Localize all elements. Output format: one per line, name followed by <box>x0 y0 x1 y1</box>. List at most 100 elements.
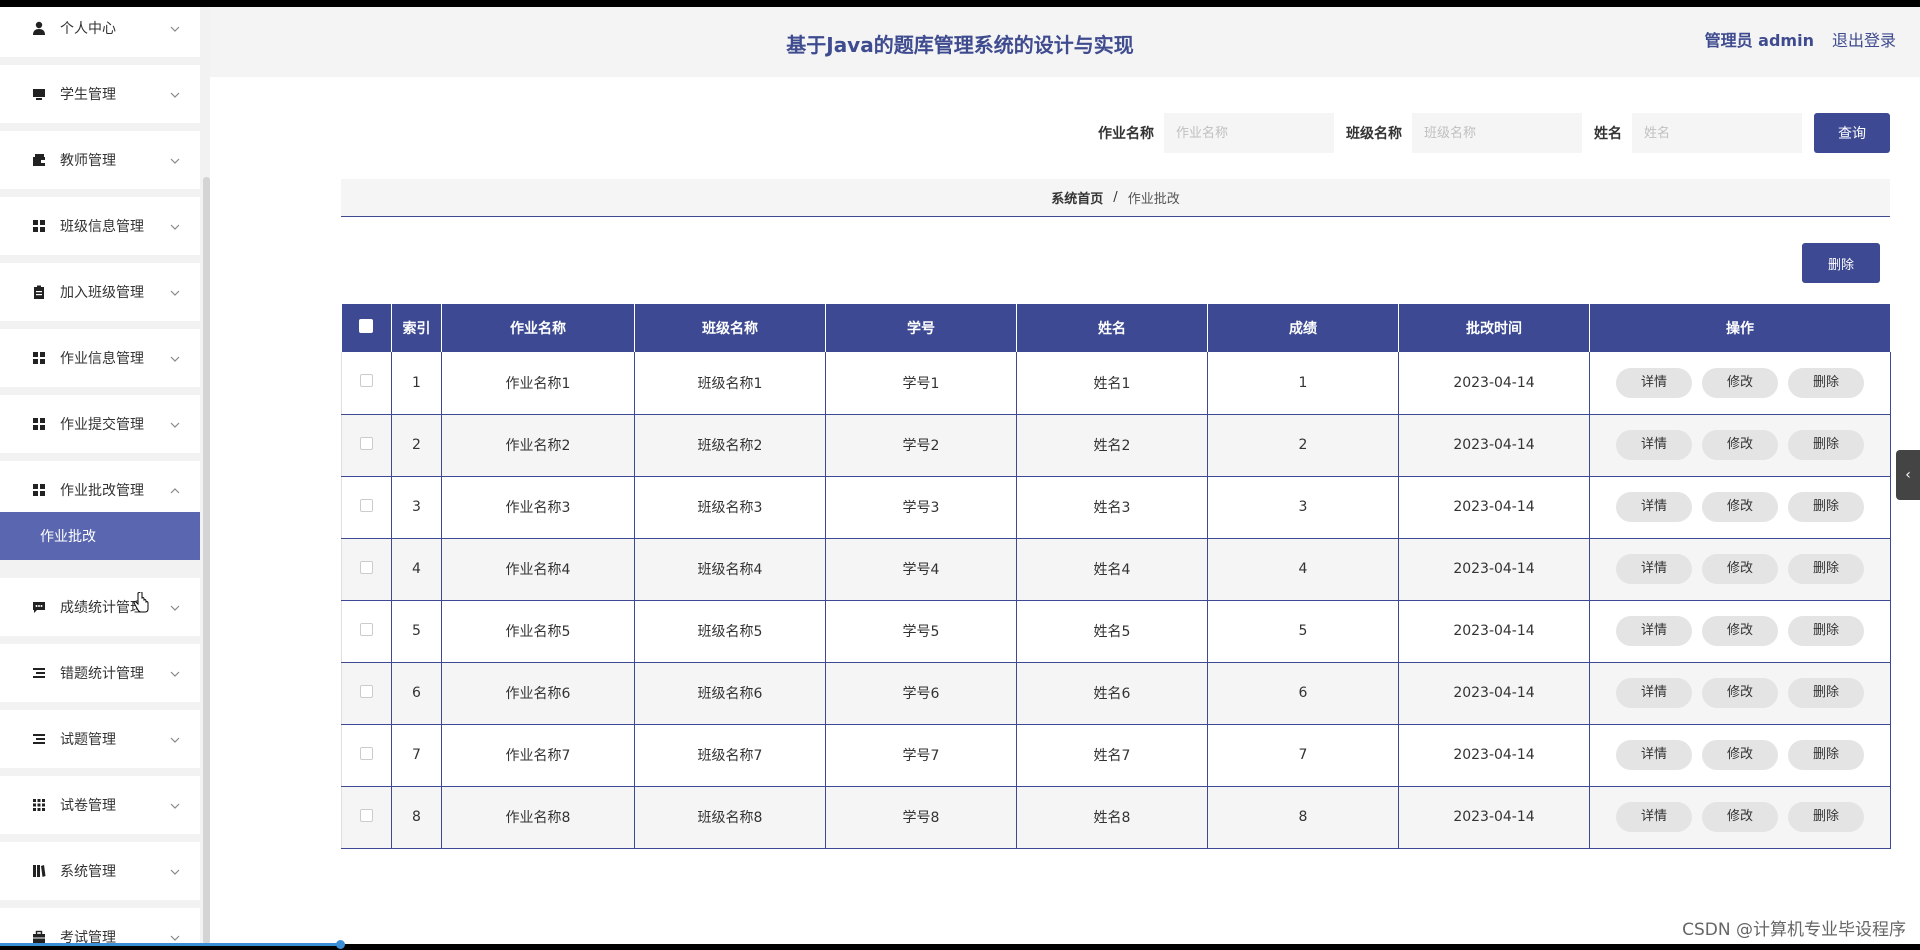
edit-button[interactable]: 修改 <box>1702 554 1778 584</box>
row-checkbox[interactable] <box>360 684 373 698</box>
student-name-input[interactable] <box>1632 113 1802 153</box>
grid-icon <box>30 217 48 235</box>
chat-icon <box>30 598 48 616</box>
detail-button[interactable]: 详情 <box>1616 492 1692 522</box>
edit-button[interactable]: 修改 <box>1702 802 1778 832</box>
row-checkbox[interactable] <box>360 746 373 760</box>
edit-button[interactable]: 修改 <box>1702 740 1778 770</box>
detail-button[interactable]: 详情 <box>1616 678 1692 708</box>
class-name-input[interactable] <box>1412 113 1582 153</box>
row-select-cell[interactable] <box>341 662 392 725</box>
detail-button[interactable]: 详情 <box>1616 740 1692 770</box>
hand-cursor-icon <box>133 592 149 613</box>
row-checkbox[interactable] <box>360 808 373 822</box>
edit-button[interactable]: 修改 <box>1702 616 1778 646</box>
detail-button[interactable]: 详情 <box>1616 616 1692 646</box>
column-header: 学号 <box>825 304 1017 352</box>
sidebar-item[interactable]: 考试管理 <box>0 908 200 944</box>
user-name: 管理员 admin <box>1704 31 1814 50</box>
detail-button[interactable]: 详情 <box>1616 554 1692 584</box>
table-cell: 5 <box>391 600 442 663</box>
delete-button[interactable]: 删除 <box>1788 616 1864 646</box>
select-all-cell[interactable] <box>341 304 392 352</box>
breadcrumb-home[interactable]: 系统首页 <box>1051 188 1103 207</box>
row-select-cell[interactable] <box>341 538 392 601</box>
query-button[interactable]: 查询 <box>1814 113 1890 153</box>
sidebar-scrollbar[interactable] <box>203 177 210 944</box>
homework-name-input[interactable] <box>1164 113 1334 153</box>
detail-button[interactable]: 详情 <box>1616 802 1692 832</box>
sidebar-item-label: 加入班级管理 <box>60 285 144 301</box>
sidebar-sub-item-active[interactable]: 作业批改 <box>0 512 200 560</box>
edit-button[interactable]: 修改 <box>1702 678 1778 708</box>
row-select-cell[interactable] <box>341 786 392 849</box>
student-name-label: 姓名 <box>1594 126 1622 142</box>
row-select-cell[interactable] <box>341 600 392 663</box>
row-select-cell[interactable] <box>341 352 392 415</box>
logout-link[interactable]: 退出登录 <box>1832 27 1896 51</box>
sidebar-item[interactable]: 成绩统计管理 <box>0 578 200 636</box>
sidebar-item-label: 教师管理 <box>60 153 116 169</box>
table-cell: 姓名7 <box>1016 724 1208 787</box>
table-cell: 3 <box>1207 476 1399 539</box>
page-title: 基于Java的题库管理系统的设计与实现 <box>786 33 1134 57</box>
delete-button[interactable]: 删除 <box>1788 367 1864 398</box>
table-header-row: 索引 作业名称 班级名称 学号 姓名 成绩 批改时间 操作 <box>341 304 1891 352</box>
sidebar-item[interactable]: 试题管理 <box>0 710 200 768</box>
table-cell: 2023-04-14 <box>1398 600 1590 663</box>
row-checkbox[interactable] <box>360 622 373 636</box>
table-cell: 6 <box>391 662 442 725</box>
sidebar-item[interactable]: 作业信息管理 <box>0 329 200 387</box>
grading-table: 索引 作业名称 班级名称 学号 姓名 成绩 批改时间 操作 1 作业名称1 班级名称… <box>341 304 1891 849</box>
table-cell: 学号5 <box>825 600 1017 663</box>
edit-button[interactable]: 修改 <box>1702 367 1778 398</box>
delete-button[interactable]: 删除 <box>1788 492 1864 522</box>
sidebar-item[interactable]: 错题统计管理 <box>0 644 200 702</box>
edit-button[interactable]: 修改 <box>1702 492 1778 522</box>
list-icon <box>30 664 48 682</box>
sidebar-item[interactable]: 作业提交管理 <box>0 395 200 453</box>
table-cell: 2023-04-14 <box>1398 476 1590 539</box>
sidebar-item[interactable]: 作业批改管理 <box>0 461 200 519</box>
bulk-delete-button[interactable]: 删除 <box>1802 243 1880 283</box>
chevron-down-icon <box>166 733 184 746</box>
table-cell: 作业名称2 <box>441 414 635 477</box>
table-cell: 学号7 <box>825 724 1017 787</box>
table-row: 8 作业名称8 班级名称8 学号8 姓名8 8 2023-04-14 详情 修改 删除 <box>341 786 1891 849</box>
table-cell: 作业名称4 <box>441 538 635 601</box>
table-row: 4 作业名称4 班级名称4 学号4 姓名4 4 2023-04-14 详情 修改 删除 <box>341 538 1891 601</box>
row-select-cell[interactable] <box>341 476 392 539</box>
row-select-cell[interactable] <box>341 724 392 787</box>
delete-button[interactable]: 删除 <box>1788 802 1864 832</box>
collapse-tab[interactable]: ‹ <box>1896 450 1920 500</box>
sidebar-item[interactable]: 教师管理 <box>0 131 200 189</box>
table-row: 2 作业名称2 班级名称2 学号2 姓名2 2 2023-04-14 详情 修改 删除 <box>341 414 1891 477</box>
delete-button[interactable]: 删除 <box>1788 554 1864 584</box>
sidebar: 个人中心 学生管理 教师管理 班级信息管理 加入班级管理 作业信息管理 作业提交管理 作业批改… <box>0 7 210 944</box>
detail-button[interactable]: 详情 <box>1616 367 1692 398</box>
row-select-cell[interactable] <box>341 414 392 477</box>
table-cell: 学号3 <box>825 476 1017 539</box>
delete-button[interactable]: 删除 <box>1788 430 1864 460</box>
row-checkbox[interactable] <box>360 436 373 450</box>
detail-button[interactable]: 详情 <box>1616 430 1692 460</box>
row-checkbox[interactable] <box>360 374 373 388</box>
sidebar-item[interactable]: 个人中心 <box>0 7 200 57</box>
sidebar-item[interactable]: 加入班级管理 <box>0 263 200 321</box>
sidebar-item[interactable]: 班级信息管理 <box>0 197 200 255</box>
delete-button[interactable]: 删除 <box>1788 740 1864 770</box>
row-actions-cell: 详情 修改 删除 <box>1589 786 1891 849</box>
sidebar-item[interactable]: 学生管理 <box>0 65 200 123</box>
edit-button[interactable]: 修改 <box>1702 430 1778 460</box>
delete-button[interactable]: 删除 <box>1788 678 1864 708</box>
sidebar-item[interactable]: 系统管理 <box>0 842 200 900</box>
table-cell: 2 <box>1207 414 1399 477</box>
row-checkbox[interactable] <box>360 560 373 574</box>
select-all-checkbox[interactable] <box>359 319 374 333</box>
sidebar-item[interactable]: 试卷管理 <box>0 776 200 834</box>
progress-handle[interactable] <box>336 940 345 949</box>
row-checkbox[interactable] <box>360 498 373 512</box>
table-cell: 5 <box>1207 600 1399 663</box>
chevron-down-icon <box>166 667 184 680</box>
table-cell: 作业名称7 <box>441 724 635 787</box>
